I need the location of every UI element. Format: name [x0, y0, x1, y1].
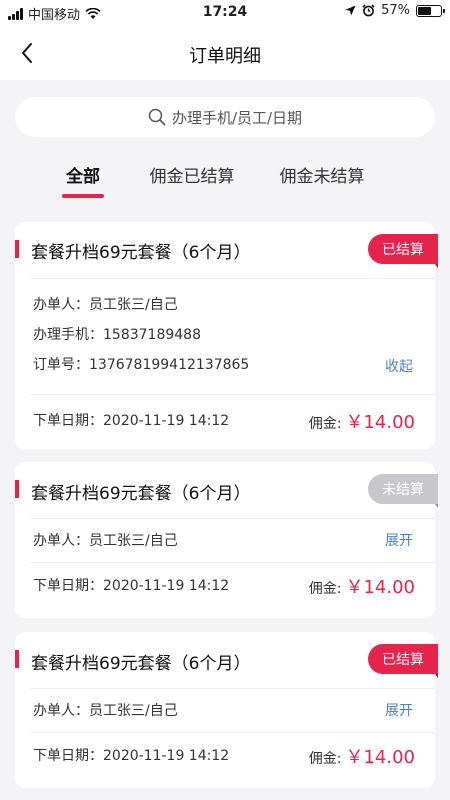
date-row: 下单日期：2020-11-19 14:12	[33, 575, 229, 595]
date-value: 2020-11-19 14:12	[103, 413, 230, 429]
order-no-row: 订单号：137678199412137865	[33, 354, 249, 374]
status-badge: 已结算	[368, 234, 438, 268]
expand-button[interactable]: 展开	[385, 530, 413, 550]
tab-bar: 全部 佣金已结算 佣金未结算	[0, 162, 450, 202]
battery-fill	[418, 6, 431, 15]
order-no-value: 137678199412137865	[89, 357, 250, 373]
date-label: 下单日期：	[33, 413, 103, 429]
date-label: 下单日期：	[33, 748, 103, 764]
divider	[31, 732, 435, 733]
divider	[31, 278, 435, 279]
page-title: 订单明细	[189, 46, 261, 67]
handler-value: 员工张三/自己	[89, 703, 178, 719]
status-bar: 中国移动 17:24 57%	[0, 0, 450, 26]
commission-amount: ￥14.00	[345, 747, 415, 768]
collapse-button[interactable]: 收起	[385, 356, 413, 376]
commission-amount: ￥14.00	[345, 412, 415, 433]
phone-row: 办理手机：15837189488	[33, 324, 201, 344]
handler-value: 员工张三/自己	[89, 297, 178, 313]
tab-all-label: 全部	[66, 167, 100, 187]
card-accent-bar	[15, 240, 19, 258]
handler-row: 办单人：员工张三/自己	[33, 700, 178, 720]
search-input[interactable]: 办理手机/员工/日期	[15, 97, 435, 137]
handler-row: 办单人：员工张三/自己	[33, 530, 178, 550]
order-card[interactable]: 套餐升档69元套餐（6个月） 未结算 办单人：员工张三/自己 展开 下单日期：2…	[15, 462, 438, 618]
status-badge: 已结算	[368, 644, 438, 678]
filter-panel: 办理手机/员工/日期 全部 佣金已结算 佣金未结算	[0, 80, 450, 205]
commission-row: 佣金: ￥14.00	[309, 573, 415, 599]
commission-row: 佣金: ￥14.00	[309, 743, 415, 769]
tab-all[interactable]: 全部	[62, 162, 104, 198]
order-no-label: 订单号：	[33, 357, 89, 373]
phone-value: 15837189488	[103, 327, 201, 343]
search-placeholder: 办理手机/员工/日期	[171, 108, 303, 127]
phone-label: 办理手机：	[33, 327, 103, 343]
card-accent-bar	[15, 650, 19, 668]
tab-active-indicator	[62, 194, 104, 198]
handler-label: 办单人：	[33, 533, 89, 549]
order-title: 套餐升档69元套餐（6个月）	[31, 243, 251, 263]
battery-percent: 57%	[381, 3, 410, 18]
divider	[31, 394, 435, 395]
order-title: 套餐升档69元套餐（6个月）	[31, 654, 251, 674]
status-badge: 未结算	[368, 474, 438, 508]
commission-label: 佣金:	[308, 416, 342, 432]
date-label: 下单日期：	[33, 578, 103, 594]
tab-settled[interactable]: 佣金已结算	[146, 162, 238, 187]
divider	[31, 518, 435, 519]
expand-button[interactable]: 展开	[385, 700, 413, 720]
battery-icon	[416, 4, 445, 17]
handler-label: 办单人：	[33, 297, 89, 313]
location-icon	[345, 5, 356, 16]
commission-label: 佣金:	[308, 581, 342, 597]
order-card[interactable]: 套餐升档69元套餐（6个月） 已结算 办单人：员工张三/自己 办理手机：1583…	[15, 222, 438, 449]
search-icon	[148, 108, 166, 126]
alarm-icon	[362, 4, 375, 17]
commission-row: 佣金: ￥14.00	[309, 408, 415, 434]
date-value: 2020-11-19 14:12	[103, 748, 230, 764]
commission-amount: ￥14.00	[345, 577, 415, 598]
date-row: 下单日期：2020-11-19 14:12	[33, 410, 229, 430]
date-row: 下单日期：2020-11-19 14:12	[33, 745, 229, 765]
tab-settled-label: 佣金已结算	[149, 167, 235, 187]
card-accent-bar	[15, 480, 19, 498]
handler-label: 办单人：	[33, 703, 89, 719]
tab-unsettled[interactable]: 佣金未结算	[276, 162, 368, 187]
status-right: 57%	[345, 3, 445, 18]
handler-row: 办单人：员工张三/自己	[33, 294, 178, 314]
tab-unsettled-label: 佣金未结算	[279, 167, 365, 187]
divider	[31, 562, 435, 563]
handler-value: 员工张三/自己	[89, 533, 178, 549]
order-card[interactable]: 套餐升档69元套餐（6个月） 已结算 办单人：员工张三/自己 展开 下单日期：2…	[15, 632, 438, 788]
nav-bar: 订单明细	[0, 26, 450, 80]
order-title: 套餐升档69元套餐（6个月）	[31, 484, 251, 504]
divider	[31, 688, 435, 689]
commission-label: 佣金:	[308, 751, 342, 767]
date-value: 2020-11-19 14:12	[103, 578, 230, 594]
